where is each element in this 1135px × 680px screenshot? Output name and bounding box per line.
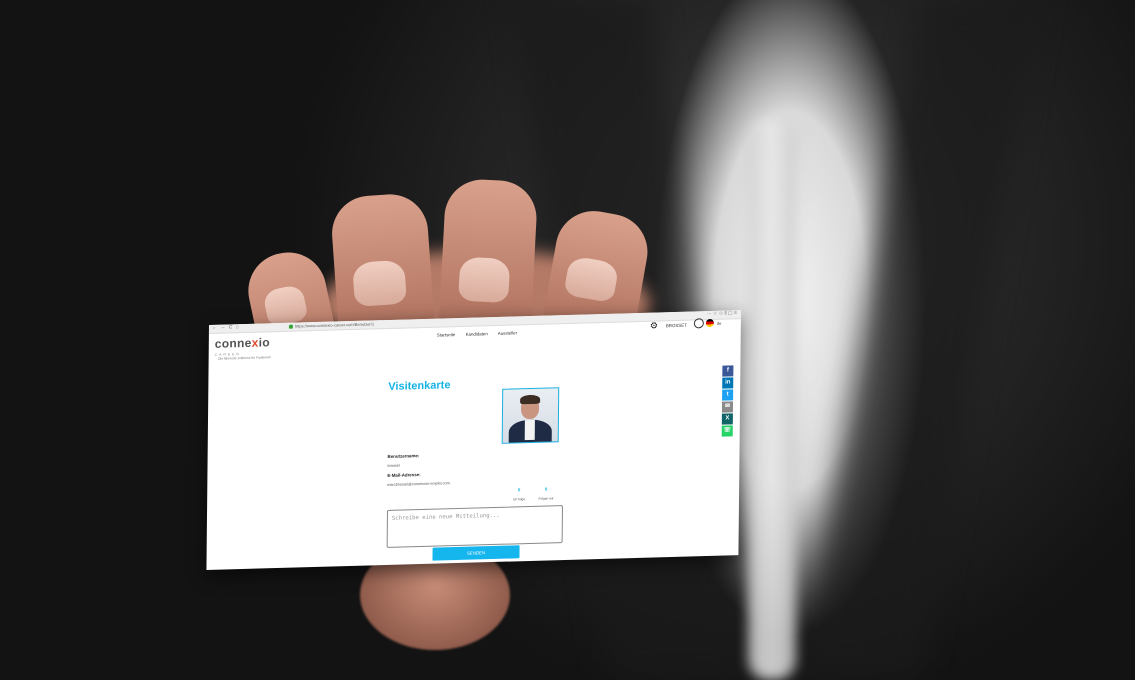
following-label[interactable]: Ich folge — [504, 497, 534, 502]
lock-icon — [288, 324, 293, 329]
nav-aussteller[interactable]: Aussteller — [498, 330, 517, 336]
following-count[interactable]: 0 — [504, 487, 534, 493]
xing-icon[interactable]: X — [721, 413, 733, 425]
message-input[interactable]: Schreibe eine neue Mitteilung... — [386, 505, 564, 548]
username-value: brossel — [387, 463, 400, 468]
user-name[interactable]: BROSSET — [666, 323, 687, 329]
nav-kandidaten[interactable]: Kandidaten — [466, 331, 488, 337]
social-share-bar: f in t ✉ X ☏ — [721, 365, 734, 437]
logo-text-prefix: conne — [214, 335, 252, 351]
jacket-right — [800, 0, 1040, 680]
german-flag-icon[interactable] — [705, 318, 714, 328]
followers-label[interactable]: Folgen mir — [531, 496, 561, 501]
photo-shirt — [524, 419, 535, 441]
facebook-icon[interactable]: f — [722, 365, 734, 377]
profile-photo — [501, 387, 560, 444]
email-icon[interactable]: ✉ — [721, 401, 734, 413]
business-card-screenshot: ← → C ⌂ https://www.connexio-career.com/… — [206, 310, 741, 570]
user-icon[interactable] — [693, 318, 704, 329]
photo-background: ← → C ⌂ https://www.connexio-career.com/… — [0, 0, 1135, 680]
photo-hair — [520, 394, 541, 405]
white-tie — [748, 120, 796, 680]
browser-nav-icons[interactable]: ← → C ⌂ — [212, 324, 240, 331]
fingernail — [352, 259, 408, 308]
followers-count[interactable]: 0 — [531, 486, 561, 492]
page-title: Visitenkarte — [388, 379, 451, 393]
logo-text-suffix: io — [258, 335, 270, 350]
whatsapp-icon[interactable]: ☏ — [721, 425, 733, 437]
site-tagline: Die führende Jobbörse für Frankreich — [218, 355, 272, 361]
fingernail — [458, 256, 511, 304]
browser-right-icons[interactable]: ⋯ ☆ ✩ ⫴ ▢ ≡ — [707, 310, 737, 317]
twitter-icon[interactable]: t — [722, 389, 734, 401]
fingernail — [262, 283, 309, 328]
send-button[interactable]: SENDEN — [432, 545, 520, 561]
gear-icon[interactable]: ⚙ — [650, 320, 658, 331]
fingernail — [563, 255, 620, 304]
nav-startseite[interactable]: Startseite — [437, 332, 456, 338]
main-nav: Startseite Kandidaten Aussteller — [437, 330, 526, 337]
email-value: marcbrossel@connexion-emploi.com — [387, 481, 450, 487]
url-text: https://www.connexio-career.com/Benutzer… — [294, 321, 375, 329]
language-code[interactable]: de — [717, 321, 722, 326]
site-logo[interactable]: connexio — [215, 335, 270, 351]
username-label: Benutzername: — [387, 453, 420, 459]
email-label: E-Mail-Adresse: — [387, 472, 421, 478]
linkedin-icon[interactable]: in — [722, 377, 734, 389]
